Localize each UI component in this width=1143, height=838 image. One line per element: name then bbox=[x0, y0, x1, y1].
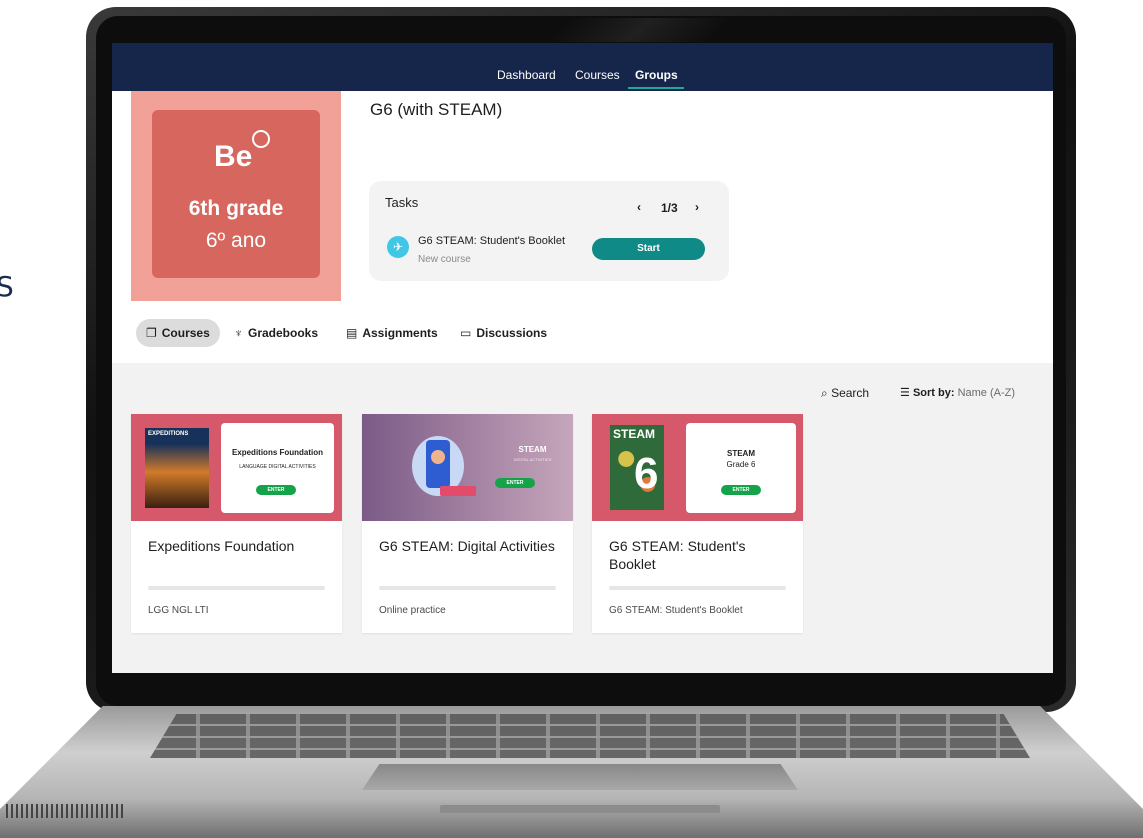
course-meta: Online practice bbox=[379, 605, 446, 616]
grade-label-pt: 6º ano bbox=[205, 229, 267, 252]
brand-logo: Be bbox=[214, 140, 253, 173]
course-progress bbox=[379, 586, 556, 590]
tasks-label: Tasks bbox=[385, 195, 419, 210]
search-icon: ⌕ bbox=[821, 386, 828, 400]
cover-enter-button: ENTER bbox=[256, 485, 296, 495]
course-cover: STEAM 6 STEAM Grade 6 ENTER bbox=[592, 414, 803, 521]
tab-courses[interactable]: ❐ Courses bbox=[136, 319, 220, 347]
cover-enter-button: ENTER bbox=[495, 478, 535, 488]
cover-panel: STEAM Grade 6 ENTER bbox=[686, 423, 796, 513]
cover-subtitle: Grade 6 bbox=[726, 460, 756, 469]
tasks-card: Tasks ‹ 1/3 › ✈ G6 STEAM: Student's Book… bbox=[369, 181, 729, 281]
trophy-icon: ♆ bbox=[234, 326, 243, 340]
sort-value: Name (A-Z) bbox=[957, 387, 1016, 399]
book-cover-title: EXPEDITIONS bbox=[148, 431, 189, 437]
screen-reflection bbox=[549, 18, 731, 42]
cover-subtitle: LANGUAGE DIGITAL ACTIVITIES bbox=[239, 464, 316, 470]
chat-icon: ▭ bbox=[460, 326, 472, 340]
course-cover: EXPEDITIONS Expeditions Foundation LANGU… bbox=[131, 414, 342, 521]
group-tile: Be 6th grade 6º ano bbox=[131, 91, 341, 301]
cover-title: STEAM bbox=[727, 449, 755, 458]
course-card[interactable]: EXPEDITIONS Expeditions Foundation LANGU… bbox=[131, 414, 342, 633]
course-card[interactable]: STEAM 6 STEAM Grade 6 ENTER G6 STEAM: St… bbox=[592, 414, 803, 633]
book-cover-number: 6 bbox=[634, 449, 659, 498]
tab-gradebooks[interactable]: ♆ Gradebooks bbox=[234, 319, 318, 347]
copy-icon: ❐ bbox=[146, 326, 157, 340]
tab-discussions[interactable]: ▭ Discussions bbox=[460, 319, 547, 347]
course-title: G6 STEAM: Student's Booklet bbox=[609, 538, 746, 572]
nav-active-indicator bbox=[628, 87, 684, 89]
pager-count: 1/3 bbox=[661, 201, 678, 215]
book-cover-brand: STEAM bbox=[613, 427, 655, 441]
clipboard-icon: ▤ bbox=[346, 326, 358, 340]
start-button[interactable]: Start bbox=[592, 238, 705, 260]
tab-gradebooks-label: Gradebooks bbox=[248, 326, 319, 340]
grade-label-en: 6th grade bbox=[188, 197, 284, 220]
laptop-vent bbox=[6, 804, 126, 818]
courses-panel: ⌕ Search ☰ Sort by: Name (A-Z) EXPEDITIO… bbox=[112, 363, 1053, 673]
task-name: G6 STEAM: Student's Booklet bbox=[418, 235, 566, 247]
rocket-icon: ✈ bbox=[387, 236, 409, 258]
page-edge-text: S bbox=[0, 270, 14, 303]
course-meta: LGG NGL LTI bbox=[148, 605, 209, 616]
course-title: G6 STEAM: Digital Activities bbox=[379, 538, 555, 554]
sort-label: Sort by: bbox=[912, 387, 955, 399]
sort-control[interactable]: ☰ Sort by: Name (A-Z) bbox=[900, 386, 1015, 399]
nav-dashboard[interactable]: Dashboard bbox=[497, 68, 556, 82]
tab-courses-label: Courses bbox=[161, 326, 210, 340]
laptop-hinge bbox=[440, 805, 720, 813]
book-cover-image: EXPEDITIONS bbox=[145, 428, 209, 508]
group-tile-inner: Be 6th grade 6º ano bbox=[152, 110, 320, 278]
course-cover: STEAM DIGITAL ACTIVITIES ENTER bbox=[362, 414, 573, 521]
group-title: G6 (with STEAM) bbox=[370, 100, 503, 119]
laptop-trackpad bbox=[362, 764, 798, 790]
cover-enter-button: ENTER bbox=[721, 485, 761, 495]
app-screen: Dashboard Courses Groups Be 6th grade 6º… bbox=[112, 43, 1053, 673]
task-subtitle: New course bbox=[418, 254, 471, 265]
logo-bubble-icon bbox=[252, 130, 270, 148]
cover-title: Expeditions Foundation bbox=[231, 448, 324, 457]
course-title: Expeditions Foundation bbox=[148, 538, 295, 554]
tab-discussions-label: Discussions bbox=[476, 326, 548, 340]
pager-prev-button[interactable]: ‹ bbox=[637, 200, 641, 214]
top-nav: Dashboard Courses Groups bbox=[112, 43, 1053, 91]
book-cover-image: STEAM 6 bbox=[610, 425, 664, 510]
cover-panel: Expeditions Foundation LANGUAGE DIGITAL … bbox=[221, 423, 334, 513]
search-label: Search bbox=[831, 386, 870, 400]
laptop-keyboard-rows bbox=[150, 714, 1030, 758]
course-progress bbox=[609, 586, 786, 590]
course-card[interactable]: STEAM DIGITAL ACTIVITIES ENTER G6 STEAM:… bbox=[362, 414, 573, 633]
sort-icon: ☰ bbox=[900, 387, 910, 399]
nav-courses[interactable]: Courses bbox=[575, 68, 620, 82]
pager-next-button[interactable]: › bbox=[695, 200, 699, 214]
course-meta: G6 STEAM: Student's Booklet bbox=[609, 605, 743, 616]
tab-assignments-label: Assignments bbox=[362, 326, 438, 340]
tasks-pager: ‹ 1/3 › bbox=[635, 197, 715, 221]
nav-groups[interactable]: Groups bbox=[635, 68, 678, 82]
search-button[interactable]: ⌕ Search bbox=[821, 386, 869, 401]
tab-assignments[interactable]: ▤ Assignments bbox=[346, 319, 438, 347]
course-progress bbox=[148, 586, 325, 590]
